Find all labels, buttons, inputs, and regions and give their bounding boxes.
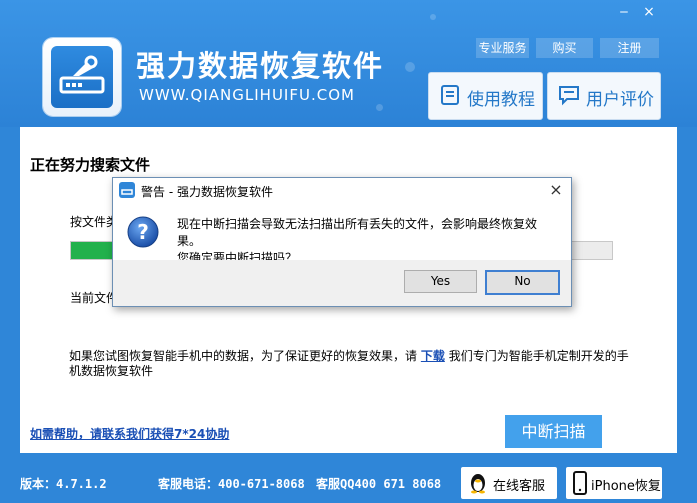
app-logo (43, 38, 121, 116)
user-review-label: 用户评价 (586, 90, 654, 110)
svg-text:?: ? (137, 220, 149, 244)
comment-icon (559, 86, 579, 106)
user-review-button[interactable]: 用户评价 (547, 72, 661, 120)
question-icon: ? (127, 216, 159, 248)
online-service-label: 在线客服 (493, 479, 546, 494)
stop-scan-button[interactable]: 中断扫描 (505, 415, 602, 448)
register-link[interactable]: 注册 (600, 38, 659, 58)
by-type-label: 按文件类 (70, 215, 119, 229)
help-link[interactable]: 如需帮助，请联系我们获得7*24协助 (30, 425, 229, 442)
page-title: 正在努力搜索文件 (30, 156, 151, 174)
smartphone-tip: 如果您试图恢复智能手机中的数据，为了保证更好的恢复效果，请 下载 我们专门为智能… (69, 349, 629, 379)
dialog-body: ? 现在中断扫描会导致无法扫描出所有丢失的文件，会影响最终恢复效果。 您确定要中… (113, 202, 571, 265)
dialog-message-line-1: 现在中断扫描会导致无法扫描出所有丢失的文件，会影响最终恢复效果。 (177, 217, 538, 248)
phone-text: 客服电话：400-671-8068 (158, 477, 305, 491)
app-small-icon (119, 182, 135, 198)
iphone-recovery-label: iPhone恢复 (591, 479, 661, 494)
tip-text: 如果您试图恢复智能手机中的数据，为了保证更好的恢复效果，请 (69, 349, 418, 363)
phone-icon (573, 471, 587, 495)
book-icon (441, 85, 459, 105)
warning-dialog: 警告 - 强力数据恢复软件 × ? 现在中断扫描会导致无法扫描出所有丢失的文件，… (112, 177, 572, 307)
dialog-footer: Yes No (113, 260, 571, 306)
dialog-title: 警告 - 强力数据恢复软件 (141, 185, 273, 199)
download-link[interactable]: 下载 (421, 349, 445, 363)
version-text: 版本：4.7.1.2 (20, 477, 107, 491)
professional-service-link[interactable]: 专业服务 (476, 38, 529, 58)
app-url: WWW.QIANGLIHUIFU.COM (139, 86, 355, 104)
decor-dot (430, 14, 436, 20)
dialog-close-button[interactable]: × (546, 180, 566, 200)
current-file-label: 当前文件 (70, 291, 119, 305)
iphone-recovery-button[interactable]: iPhone恢复 (566, 467, 662, 499)
decor-dot (376, 104, 383, 111)
no-button[interactable]: No (485, 270, 560, 295)
purchase-link[interactable]: 购买 (536, 38, 593, 58)
decor-dot (405, 62, 415, 72)
footer: 版本：4.7.1.2 客服电话：400-671-8068 客服QQ400 671… (0, 453, 697, 503)
tutorial-label: 使用教程 (467, 90, 535, 110)
scan-progress-fill (71, 242, 115, 259)
dialog-titlebar: 警告 - 强力数据恢复软件 × (113, 178, 571, 202)
header: ‒ × 强力数据恢复软件 WWW.QIANGLIHUIFU.COM 专业服务 购… (0, 0, 697, 127)
app-title: 强力数据恢复软件 (136, 49, 385, 83)
online-service-button[interactable]: 在线客服 (461, 467, 557, 499)
penguin-icon (471, 474, 485, 494)
hard-drive-icon (51, 46, 113, 108)
minimize-button[interactable]: ‒ (613, 4, 635, 20)
close-button[interactable]: × (638, 4, 660, 20)
qq-text: 客服QQ400 671 8068 (316, 477, 442, 491)
yes-button[interactable]: Yes (404, 270, 477, 293)
tutorial-button[interactable]: 使用教程 (428, 72, 543, 120)
